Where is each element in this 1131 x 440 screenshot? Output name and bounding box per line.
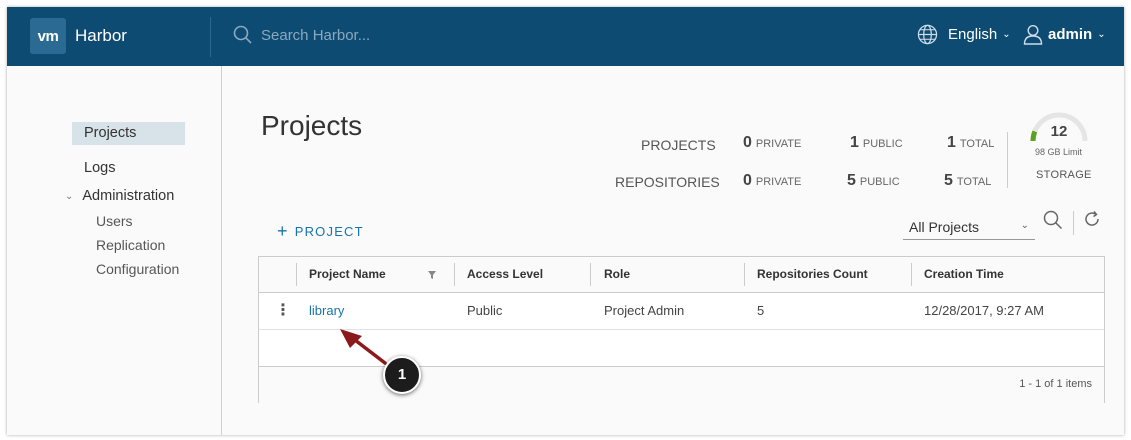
header-divider <box>210 17 211 57</box>
chevron-down-icon: ⌄ <box>65 190 74 202</box>
globe-icon <box>917 24 938 45</box>
repos-public-count: 5 <box>847 172 856 189</box>
sidebar-item-administration[interactable]: ⌄ Administration <box>65 188 174 204</box>
sidebar-item-logs[interactable]: Logs <box>84 160 115 176</box>
column-header-creation-time[interactable]: Creation Time <box>924 257 1004 292</box>
repos-private-count: 0 <box>743 172 752 189</box>
chevron-down-icon: ⌄ <box>1002 29 1011 40</box>
storage-gauge-fill <box>1030 130 1038 142</box>
search-input[interactable] <box>259 25 463 45</box>
sidebar-item-users[interactable]: Users <box>96 213 133 229</box>
column-header-role[interactable]: Role <box>604 257 630 292</box>
projects-public-stat: 1 PUBLIC <box>850 134 903 151</box>
column-divider <box>744 263 745 286</box>
callout-badge: 1 <box>383 356 421 394</box>
add-project-label: PROJECT <box>294 224 364 239</box>
search-icon <box>233 25 252 44</box>
projects-total-count: 1 <box>947 134 956 151</box>
projects-private-stat: 0 PRIVATE <box>743 134 802 151</box>
repos-total-count: 5 <box>944 172 953 189</box>
search-icon[interactable] <box>1043 210 1063 230</box>
filter-icon[interactable] <box>427 270 437 280</box>
column-divider <box>296 263 297 286</box>
column-divider <box>454 263 455 286</box>
brand[interactable]: vm Harbor <box>30 18 127 54</box>
add-project-button[interactable]: + PROJECT <box>277 221 364 242</box>
column-divider <box>590 263 591 286</box>
sidebar-item-label: Administration <box>82 188 175 204</box>
sidebar-item-configuration[interactable]: Configuration <box>96 261 179 277</box>
role-cell: Project Admin <box>604 303 685 318</box>
app-window: vm Harbor English ⌄ <box>7 7 1124 435</box>
toolbar-divider <box>1073 211 1074 235</box>
sidebar: Projects Logs ⌄ Administration Users Rep… <box>7 66 222 435</box>
user-menu[interactable]: admin ⌄ <box>1023 24 1106 45</box>
sidebar-item-replication[interactable]: Replication <box>96 237 165 253</box>
language-selector[interactable]: English ⌄ <box>917 24 1011 45</box>
language-label: English <box>948 26 998 43</box>
vmware-logo: vm <box>30 18 66 54</box>
repos-total-stat: 5 TOTAL <box>944 172 992 189</box>
sidebar-item-projects[interactable]: Projects <box>72 122 185 145</box>
brand-name: Harbor <box>75 26 127 45</box>
user-icon <box>1023 24 1043 45</box>
project-filter-select[interactable]: All Projects ⌄ <box>903 217 1035 240</box>
column-header-repositories-count[interactable]: Repositories Count <box>757 257 868 292</box>
projects-total-stat: 1 TOTAL <box>947 134 995 151</box>
repos-private-stat: 0 PRIVATE <box>743 172 802 189</box>
repositories-stat-label: REPOSITORIES <box>615 174 720 190</box>
table-row: ⋮ library Public Project Admin 5 12/28/2… <box>259 293 1104 330</box>
page-title: Projects <box>261 110 363 141</box>
table-header: Project Name Access Level Role Repositor… <box>259 257 1104 293</box>
pagination-info: 1 - 1 of 1 items <box>1019 378 1092 390</box>
storage-gauge: 12 <box>1030 112 1088 142</box>
global-search <box>233 25 463 45</box>
refresh-icon[interactable] <box>1083 210 1101 228</box>
top-header: vm Harbor English ⌄ <box>7 7 1124 66</box>
row-actions-icon[interactable]: ⋮ <box>275 293 291 329</box>
username: admin <box>1048 26 1093 43</box>
stats-divider <box>1007 132 1008 188</box>
storage-label: STORAGE <box>1036 169 1092 181</box>
column-divider <box>911 263 912 286</box>
storage-value: 12 <box>1051 123 1068 140</box>
chevron-down-icon: ⌄ <box>1020 220 1029 231</box>
project-name-link[interactable]: library <box>309 293 344 329</box>
repos-public-stat: 5 PUBLIC <box>847 172 900 189</box>
column-header-access-level[interactable]: Access Level <box>467 257 543 292</box>
plus-icon: + <box>277 221 289 241</box>
access-level-cell: Public <box>467 303 503 318</box>
project-filter-value: All Projects <box>909 219 980 235</box>
chevron-down-icon: ⌄ <box>1097 29 1106 40</box>
column-header-project-name[interactable]: Project Name <box>309 257 386 292</box>
projects-stat-label: PROJECTS <box>641 137 716 153</box>
creation-time-cell: 12/28/2017, 9:27 AM <box>924 303 1044 318</box>
projects-public-count: 1 <box>850 134 859 151</box>
repositories-count-cell: 5 <box>757 303 765 318</box>
projects-private-count: 0 <box>743 134 752 151</box>
storage-limit: 98 GB Limit <box>1035 147 1083 157</box>
